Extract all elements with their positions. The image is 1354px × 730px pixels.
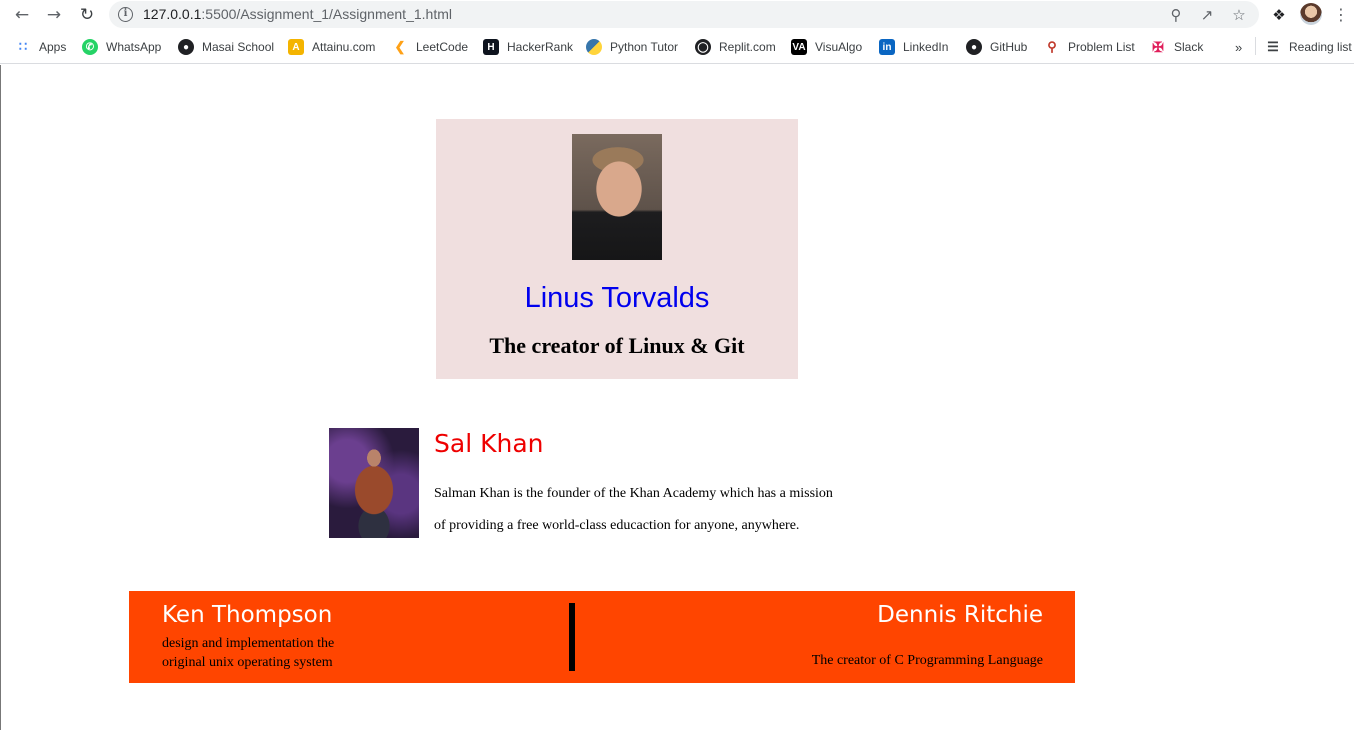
whatsapp-icon: ✆ xyxy=(82,39,98,55)
dennis-description: The creator of C Programming Language xyxy=(811,653,1043,668)
bookmark-label: Python Tutor xyxy=(610,40,679,54)
footer-band: Ken Thompson design and implementation t… xyxy=(129,591,1075,683)
sal-photo xyxy=(329,428,419,538)
zoom-icon[interactable]: ⚲ xyxy=(1166,5,1186,25)
browser-toolbar: ← → ↻ i 127.0.0.1:5500/Assignment_1/Assi… xyxy=(0,0,1354,29)
bookmark-label: Masai School xyxy=(202,40,275,54)
slack-icon: ✠ xyxy=(1152,38,1164,55)
bookmark-attainu[interactable]: A Attainu.com xyxy=(288,38,375,56)
url-text[interactable]: 127.0.0.1:5500/Assignment_1/Assignment_1… xyxy=(143,6,452,22)
bookmark-label: Apps xyxy=(39,40,67,54)
site-info-icon[interactable]: i xyxy=(118,7,133,22)
bookmark-whatsapp[interactable]: ✆ WhatsApp xyxy=(82,38,161,56)
linus-card: Linus Torvalds The creator of Linux & Gi… xyxy=(436,119,798,379)
bookmark-label: Attainu.com xyxy=(312,40,376,54)
bookmark-hackerrank[interactable]: H HackerRank xyxy=(483,38,573,56)
address-bar[interactable]: i 127.0.0.1:5500/Assignment_1/Assignment… xyxy=(109,1,1259,28)
leetcode-icon: ❮ xyxy=(394,39,406,54)
bookmark-label: VisuAlgo xyxy=(815,40,863,54)
linus-name: Linus Torvalds xyxy=(524,282,710,314)
bookmark-label: LeetCode xyxy=(416,40,469,54)
attainu-icon: A xyxy=(288,39,304,55)
sal-description: Salman Khan is the founder of the Khan A… xyxy=(434,478,874,542)
apps-grid-icon: ∷ xyxy=(18,39,28,54)
globe-icon: ● xyxy=(178,39,194,55)
forward-icon[interactable]: → xyxy=(43,4,65,26)
menu-kebab-icon[interactable]: ⋮ xyxy=(1333,5,1349,24)
bookmark-replit[interactable]: ◯ Replit.com xyxy=(695,38,776,56)
bookmarks-bar: ∷ Apps ✆ WhatsApp ● Masai School A Attai… xyxy=(0,29,1354,64)
vertical-divider xyxy=(569,603,575,671)
bookmark-leetcode[interactable]: ❮ LeetCode xyxy=(392,38,469,56)
bookmark-masai-school[interactable]: ● Masai School xyxy=(178,38,274,56)
linus-photo xyxy=(572,134,662,260)
bookmark-problem-list[interactable]: ⚲ Problem List xyxy=(1044,38,1135,56)
bookmark-label: LinkedIn xyxy=(903,40,949,54)
reload-icon[interactable]: ↻ xyxy=(76,4,98,26)
profile-avatar[interactable] xyxy=(1300,3,1322,25)
sal-description-line: of providing a free world-class educacti… xyxy=(434,518,800,533)
bookmark-slack[interactable]: ✠ Slack xyxy=(1150,38,1203,56)
bookmark-github[interactable]: ● GitHub xyxy=(966,38,1027,56)
bookmarks-overflow-button[interactable]: » xyxy=(1235,38,1242,56)
dennis-name: Dennis Ritchie xyxy=(877,602,1043,628)
bookmark-python-tutor[interactable]: Python Tutor xyxy=(586,38,678,56)
hackerrank-icon: H xyxy=(483,39,499,55)
reading-list-button[interactable]: ☰ Reading list xyxy=(1265,38,1352,56)
bookmark-label: Slack xyxy=(1174,40,1204,54)
bookmark-label: WhatsApp xyxy=(106,40,162,54)
ken-description-line: original unix operating system xyxy=(162,655,333,670)
reading-list-label: Reading list xyxy=(1289,40,1352,54)
bookmark-linkedin[interactable]: in LinkedIn xyxy=(879,38,948,56)
bookmark-label: Problem List xyxy=(1068,40,1135,54)
linkedin-icon: in xyxy=(879,39,895,55)
page-viewport: Linus Torvalds The creator of Linux & Gi… xyxy=(0,65,1354,730)
bookmark-apps[interactable]: ∷ Apps xyxy=(15,38,67,56)
bookmarks-separator xyxy=(1255,37,1256,55)
pin-icon: ⚲ xyxy=(1047,39,1057,54)
bookmark-visualgo[interactable]: VA VisuAlgo xyxy=(791,38,862,56)
ken-name: Ken Thompson xyxy=(162,602,333,628)
python-icon xyxy=(586,39,602,55)
share-icon[interactable]: ↗ xyxy=(1197,5,1217,25)
bookmark-label: Replit.com xyxy=(719,40,776,54)
reading-list-icon: ☰ xyxy=(1267,39,1279,54)
ken-description-line: design and implementation the xyxy=(162,636,335,651)
replit-icon: ◯ xyxy=(695,39,711,55)
ken-description: design and implementation the original u… xyxy=(162,634,382,672)
extensions-puzzle-icon[interactable]: ❖ xyxy=(1268,4,1290,26)
sal-name: Sal Khan xyxy=(434,429,544,458)
bookmark-label: HackerRank xyxy=(507,40,574,54)
github-icon: ● xyxy=(966,39,982,55)
visualgo-icon: VA xyxy=(791,39,807,55)
sal-description-line: Salman Khan is the founder of the Khan A… xyxy=(434,486,833,501)
linus-subtitle: The creator of Linux & Git xyxy=(489,333,745,358)
bookmark-label: GitHub xyxy=(990,40,1028,54)
back-icon[interactable]: ← xyxy=(11,4,33,26)
bookmark-star-icon[interactable]: ☆ xyxy=(1229,5,1249,25)
